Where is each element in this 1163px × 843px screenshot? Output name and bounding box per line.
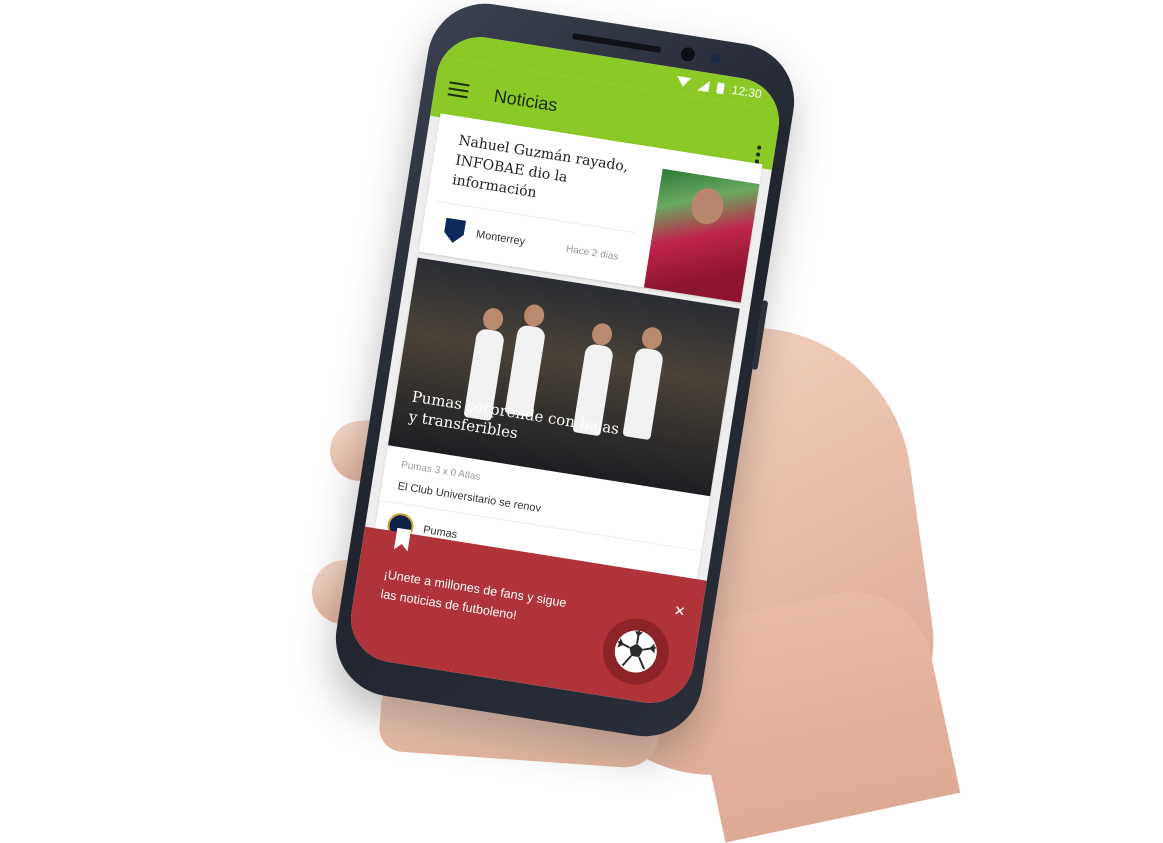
news-headline: Nahuel Guzmán rayado, INFOBAE dio la inf… [451,132,630,202]
signal-icon [697,78,711,92]
page-title: Noticias [492,85,559,115]
news-feed: Nahuel Guzmán rayado, INFOBAE dio la inf… [363,112,773,597]
time-ago: Hace 2 dias [565,243,620,263]
status-time: 12:30 [730,82,763,102]
soccer-ball-icon [598,613,674,690]
monterrey-logo-icon [443,218,467,245]
close-icon[interactable]: ✕ [671,602,689,620]
battery-icon [716,81,725,94]
team-name[interactable]: Monterrey [475,228,526,248]
promo-text: ¡Unete a millones de fans y sigue las no… [379,567,568,623]
wifi-icon [675,75,692,89]
goalkeeper-photo [688,185,726,227]
hamburger-menu-icon[interactable] [447,81,470,99]
more-options-icon[interactable] [754,145,762,164]
news-thumbnail [643,168,760,303]
bookmark-icon [394,528,411,552]
